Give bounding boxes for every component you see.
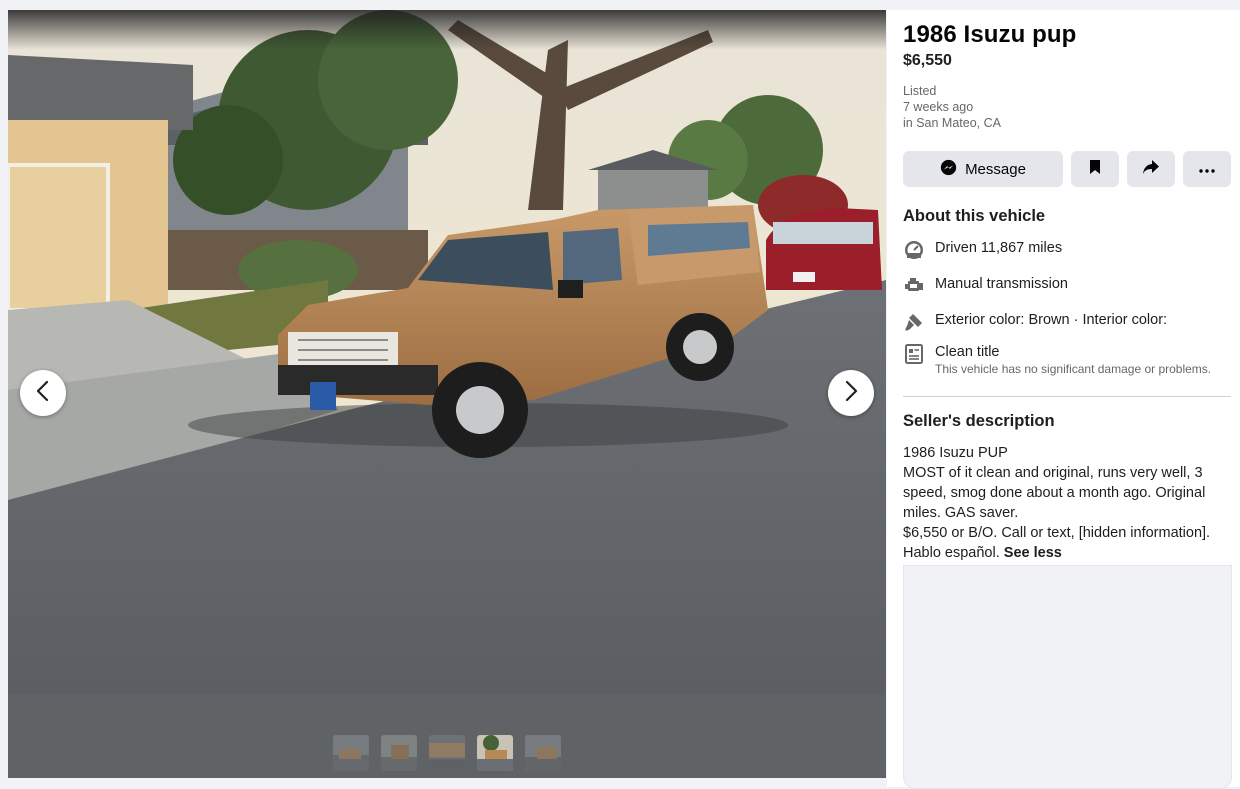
vehicle-detail-transmission: Manual transmission <box>903 275 1068 297</box>
clean-title-text: Clean title <box>935 344 1000 360</box>
section-divider <box>903 396 1231 397</box>
color-text: Exterior color: Brown · Interior color: <box>935 312 1168 328</box>
save-button[interactable] <box>1071 151 1119 187</box>
paint-brush-icon <box>903 311 925 333</box>
description-line: 1986 Isuzu PUP <box>903 445 1008 461</box>
photo-thumbnail-active[interactable] <box>477 735 513 771</box>
listing-details-panel: 1986 Isuzu pup $6,550 Listed 7 weeks ago… <box>887 10 1240 789</box>
more-options-button[interactable] <box>1183 151 1231 187</box>
vehicle-detail-mileage: Driven 11,867 miles <box>903 239 1062 261</box>
vehicle-detail-color: Exterior color: Brown · Interior color: <box>903 311 1167 333</box>
listing-meta: Listed 7 weeks ago in San Mateo, CA <box>903 83 1001 131</box>
listing-title: 1986 Isuzu pup <box>903 21 1077 48</box>
seller-description-text: 1986 Isuzu PUP MOST of it clean and orig… <box>903 443 1233 563</box>
photo-thumbnail[interactable] <box>525 735 561 771</box>
chevron-right-icon <box>843 380 859 407</box>
listed-label: Listed <box>903 84 937 98</box>
description-line: $6,550 or B/O. Call or text, [hidden inf… <box>903 525 1211 541</box>
share-button[interactable] <box>1127 151 1175 187</box>
location-map-placeholder[interactable] <box>903 565 1232 789</box>
description-line: Hablo español. <box>903 545 1000 561</box>
thumbnail-strip <box>8 695 886 778</box>
bookmark-icon <box>1088 159 1102 180</box>
listing-price: $6,550 <box>903 52 952 69</box>
see-less-link[interactable]: See less <box>1004 545 1062 561</box>
listed-time[interactable]: 7 weeks ago <box>903 99 1001 115</box>
listing-photo <box>8 10 886 695</box>
transmission-text: Manual transmission <box>935 276 1068 292</box>
photo-thumbnail[interactable] <box>333 735 369 771</box>
engine-icon <box>903 275 925 297</box>
previous-photo-button[interactable] <box>20 370 66 416</box>
listing-location[interactable]: in San Mateo, CA <box>903 115 1001 131</box>
photo-viewer <box>8 10 886 778</box>
action-bar: Message <box>903 151 1231 187</box>
vehicle-detail-title: Clean title This vehicle has no signific… <box>903 343 1211 377</box>
description-line: MOST of it clean and original, runs very… <box>903 465 1206 521</box>
speedometer-icon <box>903 239 925 261</box>
message-button-label: Message <box>965 160 1026 178</box>
clean-title-subtext: This vehicle has no significant damage o… <box>935 362 1212 376</box>
messenger-icon <box>940 159 957 180</box>
chevron-left-icon <box>35 380 51 407</box>
message-button[interactable]: Message <box>903 151 1063 187</box>
next-photo-button[interactable] <box>828 370 874 416</box>
more-dots-icon <box>1199 160 1215 178</box>
description-last-line: Hablo español. See less <box>903 543 1233 563</box>
about-vehicle-heading: About this vehicle <box>903 207 1046 225</box>
photo-thumbnail[interactable] <box>381 735 417 771</box>
title-document-icon <box>903 343 925 365</box>
mileage-text: Driven 11,867 miles <box>935 240 1063 256</box>
photo-thumbnail[interactable] <box>429 735 465 771</box>
seller-description-heading: Seller's description <box>903 412 1055 430</box>
share-arrow-icon <box>1142 159 1160 180</box>
